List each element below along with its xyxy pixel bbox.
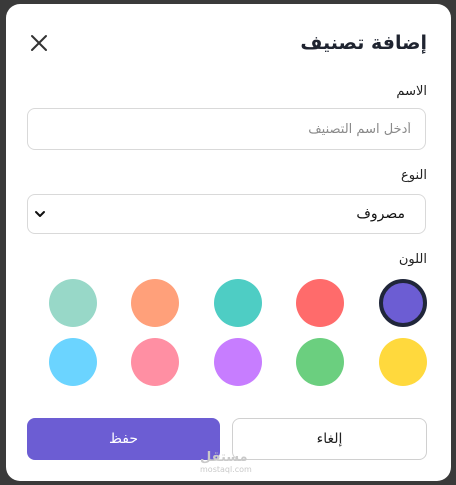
type-select[interactable]: مصروف — [27, 194, 426, 234]
color-swatch[interactable] — [131, 279, 179, 327]
color-label: اللون — [398, 252, 427, 267]
watermark-url: mostaql.com — [200, 465, 252, 474]
type-label: النوع — [401, 168, 427, 183]
color-swatch[interactable] — [379, 279, 427, 327]
category-name-input[interactable] — [27, 108, 426, 150]
add-category-dialog: إضافة تصنيف الاسم النوع مصروف اللون إلغا… — [6, 4, 451, 481]
color-swatch[interactable] — [296, 338, 344, 386]
color-swatch[interactable] — [296, 279, 344, 327]
dialog-title: إضافة تصنيف — [300, 32, 427, 54]
color-swatch[interactable] — [49, 279, 97, 327]
watermark: مستقل mostaql.com — [200, 450, 252, 476]
color-swatch[interactable] — [49, 338, 97, 386]
cancel-button[interactable]: إلغاء — [232, 418, 427, 460]
name-label: الاسم — [396, 84, 427, 99]
color-swatch[interactable] — [214, 338, 262, 386]
watermark-arabic: مستقل — [200, 450, 248, 465]
color-swatch[interactable] — [131, 338, 179, 386]
save-button[interactable]: حفظ — [27, 418, 220, 460]
close-icon-graphic — [31, 35, 47, 51]
color-swatch[interactable] — [214, 279, 262, 327]
type-selected-value: مصروف — [356, 206, 405, 222]
color-swatch[interactable] — [379, 338, 427, 386]
chevron-down-icon — [35, 211, 45, 217]
close-icon[interactable] — [26, 30, 52, 56]
